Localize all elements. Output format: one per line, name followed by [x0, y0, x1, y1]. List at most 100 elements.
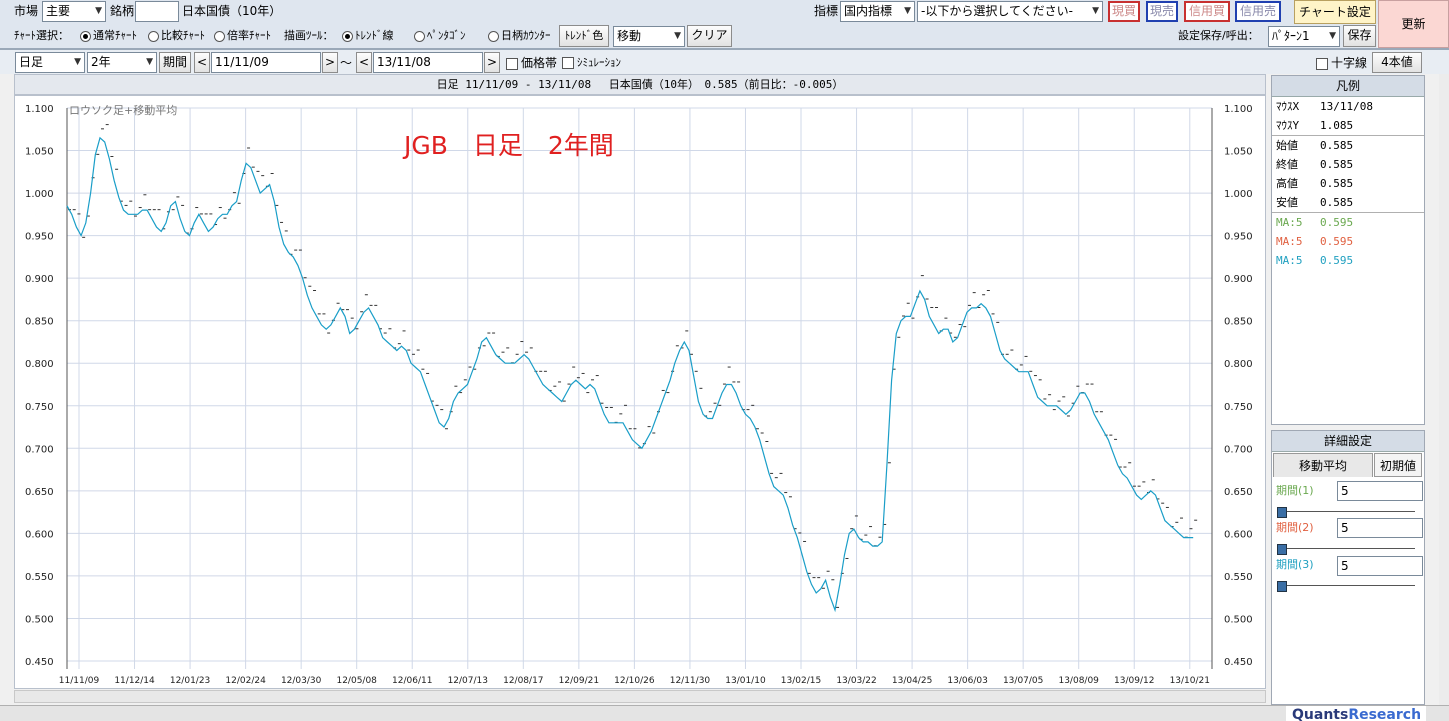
radio-label: 日柄ｶｳﾝﾀｰ	[501, 29, 551, 42]
four-values-button[interactable]: 4本値	[1372, 52, 1422, 73]
margin-sell-button[interactable]: 信用売	[1235, 1, 1281, 22]
market-value: 主要	[46, 4, 71, 18]
y-tick-label-right: 1.050	[1224, 147, 1253, 158]
clear-button[interactable]: クリア	[687, 25, 732, 47]
y-tick-label-left: 1.000	[25, 189, 54, 200]
checkbox-label: 価格帯	[521, 56, 558, 70]
checkbox-icon	[506, 57, 518, 70]
legend-label: 始値	[1276, 139, 1298, 152]
x-tick-label: 13/03/22	[836, 676, 876, 686]
right-scroll-edge	[1439, 74, 1449, 705]
range-value: 2年	[91, 55, 111, 69]
save-button[interactable]: 保存	[1343, 25, 1376, 47]
moving-average-line	[66, 136, 1194, 613]
period-2-slider[interactable]	[1277, 544, 1417, 555]
x-tick-label: 13/07/05	[1003, 676, 1043, 686]
slider-thumb[interactable]	[1277, 507, 1287, 518]
tab-moving-average[interactable]: 移動平均	[1273, 453, 1373, 477]
simulation-checkbox[interactable]: ｼﾐｭﾚｰｼｮﾝ	[562, 53, 621, 73]
radio-ratio-chart[interactable]: 倍率ﾁｬｰﾄ	[214, 26, 271, 46]
y-tick-label-right: 0.750	[1224, 402, 1253, 413]
period-button[interactable]: 期間	[159, 52, 191, 73]
legend-value: 0.595	[1320, 216, 1354, 229]
from-date-input[interactable]: 11/11/09	[211, 52, 321, 73]
x-tick-label: 12/02/24	[225, 676, 266, 686]
cash-sell-button[interactable]: 現売	[1146, 1, 1178, 22]
legend-ma-row: MA:5 0.595	[1272, 213, 1424, 232]
move-select[interactable]: 移動 ▼	[613, 26, 685, 47]
checkbox-label: ｼﾐｭﾚｰｼｮﾝ	[577, 56, 621, 69]
y-tick-label-left: 0.850	[25, 317, 54, 328]
x-tick-label: 11/11/09	[59, 676, 100, 686]
slider-thumb[interactable]	[1277, 581, 1287, 592]
legend-row: ﾏｳｽX 13/11/08	[1272, 97, 1424, 116]
radio-icon	[214, 30, 225, 42]
price-chart[interactable]: 1.100 1.100 1.050 1.050 1.000 1.000 0.950 0.950…	[15, 96, 1265, 688]
y-tick-label-right: 0.600	[1224, 529, 1253, 540]
to-prev-button[interactable]: <	[356, 52, 372, 73]
status-bar	[0, 705, 1449, 721]
radio-icon	[414, 30, 425, 42]
period-type-select[interactable]: 日足 ▼	[15, 52, 85, 73]
from-prev-button[interactable]: <	[194, 52, 210, 73]
period-2-input[interactable]: 5	[1337, 518, 1423, 538]
cash-buy-button[interactable]: 現買	[1108, 1, 1140, 22]
x-tick-label: 13/08/09	[1058, 676, 1099, 686]
chart-header-text: 日足 11/11/09 - 13/11/08 日本国債（10年） 0.585（前…	[436, 78, 844, 91]
radio-icon	[488, 30, 499, 42]
indicator-select[interactable]: -以下から選択してください- ▼	[917, 1, 1103, 22]
y-tick-label-right: 0.850	[1224, 317, 1253, 328]
chevron-down-icon: ▼	[1329, 31, 1336, 41]
to-next-button[interactable]: >	[484, 52, 500, 73]
symbol-input[interactable]	[135, 1, 179, 22]
radio-icon	[148, 30, 159, 42]
trend-color-button[interactable]: ﾄﾚﾝﾄﾞ色	[559, 25, 609, 47]
radio-trendline[interactable]: ﾄﾚﾝﾄﾞ線	[342, 26, 394, 46]
refresh-button[interactable]: 更新	[1378, 0, 1449, 48]
chart-horizontal-scrollbar[interactable]	[14, 690, 1266, 703]
slider-thumb[interactable]	[1277, 544, 1287, 555]
period-3-input[interactable]: 5	[1337, 556, 1423, 576]
y-tick-label-left: 0.750	[25, 402, 54, 413]
crosshair-checkbox[interactable]: 十字線	[1316, 53, 1367, 73]
x-tick-label: 12/06/11	[392, 676, 432, 686]
price-band-checkbox[interactable]: 価格帯	[506, 53, 557, 73]
range-select[interactable]: 2年 ▼	[87, 52, 157, 73]
legend-row: 安値 0.585	[1272, 193, 1424, 213]
radio-pentagon[interactable]: ﾍﾟﾝﾀｺﾞﾝ	[414, 26, 466, 46]
market-select[interactable]: 主要 ▼	[42, 1, 106, 22]
brand-text-accent: Research	[1348, 707, 1422, 721]
chart-overlay-label: ロウソク足+移動平均	[69, 104, 178, 117]
legend-label: MA:5	[1276, 235, 1303, 248]
to-date-input[interactable]: 13/11/08	[373, 52, 483, 73]
x-tick-label: 12/07/13	[448, 676, 488, 686]
y-tick-label-left: 0.800	[25, 359, 54, 370]
symbol-name: 日本国債（10年）	[182, 4, 282, 18]
indicator-category-select[interactable]: 国内指標 ▼	[840, 1, 915, 22]
from-next-button[interactable]: >	[322, 52, 338, 73]
checkbox-icon	[562, 57, 574, 69]
period-type-value: 日足	[19, 55, 44, 69]
radio-compare-chart[interactable]: 比較ﾁｬｰﾄ	[148, 26, 205, 46]
y-tick-label-right: 0.900	[1224, 274, 1253, 285]
period-3-label: 期間(3)	[1276, 558, 1314, 571]
chart-panel[interactable]: 1.100 1.100 1.050 1.050 1.000 1.000 0.950 0.950…	[14, 95, 1266, 689]
period-1-slider[interactable]	[1277, 507, 1417, 518]
margin-buy-button[interactable]: 信用買	[1184, 1, 1230, 22]
radio-date-counter[interactable]: 日柄ｶｳﾝﾀｰ	[488, 26, 551, 46]
radio-normal-chart[interactable]: 通常ﾁｬｰﾄ	[80, 26, 137, 46]
tab-initial-value[interactable]: 初期値	[1374, 453, 1422, 477]
period-1-input[interactable]: 5	[1337, 481, 1423, 501]
x-tick-label: 13/01/10	[725, 676, 766, 686]
chart-settings-button[interactable]: チャート設定	[1294, 0, 1376, 24]
y-tick-label-right: 0.550	[1224, 572, 1253, 583]
y-tick-label-right: 0.650	[1224, 487, 1253, 498]
legend-value: 0.585	[1320, 139, 1354, 152]
radio-label: ﾄﾚﾝﾄﾞ線	[355, 29, 394, 42]
brand-text: Quants	[1292, 707, 1349, 721]
y-tick-label-left: 0.550	[25, 572, 54, 583]
pattern-select[interactable]: ﾊﾟﾀｰﾝ1 ▼	[1268, 26, 1340, 47]
draw-tool-label: 描画ﾂｰﾙ：	[284, 29, 334, 42]
period-3-slider[interactable]	[1277, 581, 1417, 592]
chevron-down-icon: ▼	[904, 6, 911, 16]
